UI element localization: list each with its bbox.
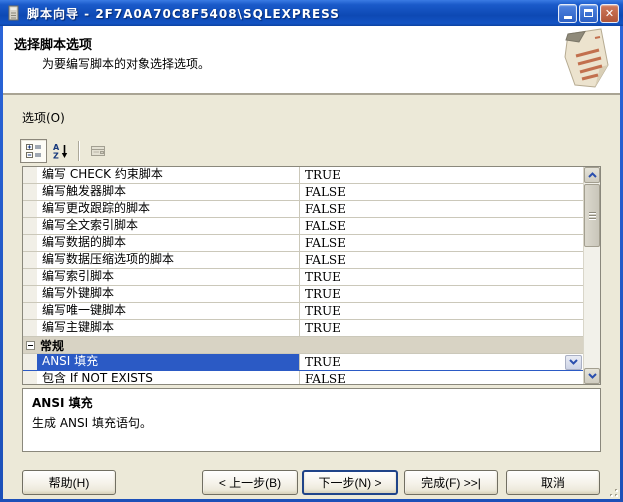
table-row[interactable]: 编写触发器脚本 FALSE [23, 184, 583, 201]
table-row-partial[interactable]: 包含 If NOT EXISTS FALSE [23, 371, 583, 384]
help-button[interactable]: 帮助(H) [22, 470, 116, 495]
row-gutter [23, 269, 37, 285]
alphabetical-sort-icon: A Z [53, 143, 69, 159]
option-description-panel: ANSI 填充 生成 ANSI 填充语句。 [22, 388, 601, 452]
option-value[interactable]: TRUE [300, 269, 583, 285]
window-title: 脚本向导 - 2F7A0A70C8F5408\SQLEXPRESS [27, 5, 558, 22]
alphabetical-sort-button[interactable]: A Z [47, 139, 74, 163]
option-value[interactable]: FALSE [300, 218, 583, 234]
window-border-left [0, 26, 3, 502]
minimize-button[interactable] [558, 4, 577, 23]
categorized-icon [26, 143, 42, 159]
table-row[interactable]: 编写数据的脚本 FALSE [23, 235, 583, 252]
option-value[interactable]: FALSE [300, 201, 583, 217]
option-name: 编写更改跟踪的脚本 [37, 201, 150, 217]
collapse-icon[interactable] [26, 341, 35, 350]
option-value[interactable]: TRUE [300, 167, 583, 183]
row-gutter [23, 371, 37, 384]
option-name: 编写索引脚本 [37, 269, 114, 285]
grid-scrollbar[interactable] [583, 167, 600, 384]
categorized-sort-button[interactable] [20, 139, 47, 163]
table-row[interactable]: 编写全文索引脚本 FALSE [23, 218, 583, 235]
option-name: 编写数据压缩选项的脚本 [37, 252, 174, 268]
page-subtitle: 为要编写脚本的对象选择选项。 [3, 55, 620, 72]
category-label: 常规 [40, 337, 64, 354]
option-name: 编写唯一键脚本 [37, 303, 126, 319]
description-title: ANSI 填充 [32, 394, 591, 411]
property-pages-icon [90, 143, 106, 159]
titlebar[interactable]: 脚本向导 - 2F7A0A70C8F5408\SQLEXPRESS ✕ [0, 0, 623, 26]
minimize-icon [564, 16, 572, 19]
cancel-button[interactable]: 取消 [506, 470, 600, 495]
table-row[interactable]: 编写更改跟踪的脚本 FALSE [23, 201, 583, 218]
maximize-icon [584, 9, 593, 17]
option-value[interactable]: FALSE [300, 371, 583, 384]
svg-text:Z: Z [53, 152, 59, 160]
scroll-up-button[interactable] [584, 167, 600, 183]
options-label: 选项(O) [22, 109, 65, 126]
option-name: 编写全文索引脚本 [37, 218, 138, 234]
row-gutter [23, 235, 37, 251]
wizard-header: 选择脚本选项 为要编写脚本的对象选择选项。 [3, 26, 620, 95]
option-name: 编写 CHECK 约束脚本 [37, 167, 163, 183]
option-name: ANSI 填充 [37, 354, 299, 370]
description-text: 生成 ANSI 填充语句。 [32, 414, 591, 431]
option-value[interactable]: TRUE [300, 303, 583, 319]
chevron-down-icon [569, 359, 578, 365]
row-gutter [23, 303, 37, 319]
option-value[interactable]: FALSE [300, 235, 583, 251]
close-button[interactable]: ✕ [600, 4, 619, 23]
option-name: 包含 If NOT EXISTS [37, 371, 153, 384]
table-row[interactable]: 编写数据压缩选项的脚本 FALSE [23, 252, 583, 269]
toolbar-separator [78, 141, 80, 161]
row-gutter [23, 320, 37, 336]
option-value[interactable]: TRUE [300, 286, 583, 302]
script-options-grid: 编写 CHECK 约束脚本 TRUE 编写触发器脚本 FALSE 编写更改跟踪的… [22, 166, 601, 385]
option-name: 编写触发器脚本 [37, 184, 126, 200]
option-name: 编写数据的脚本 [37, 235, 126, 251]
table-row[interactable]: 编写主键脚本 TRUE [23, 320, 583, 337]
option-name: 编写主键脚本 [37, 320, 114, 336]
table-row[interactable]: 编写 CHECK 约束脚本 TRUE [23, 167, 583, 184]
scrollbar-thumb[interactable] [584, 184, 600, 247]
category-row-general[interactable]: 常规 [23, 337, 583, 354]
chevron-down-icon [588, 373, 597, 379]
row-gutter [23, 184, 37, 200]
row-gutter [23, 167, 37, 183]
next-button[interactable]: 下一步(N) > [302, 470, 398, 495]
value-dropdown-button[interactable] [565, 355, 582, 370]
row-gutter [23, 354, 37, 370]
row-gutter [23, 201, 37, 217]
property-toolbar: A Z [20, 138, 111, 164]
table-row-selected[interactable]: ANSI 填充 TRUE [23, 354, 583, 371]
table-row[interactable]: 编写索引脚本 TRUE [23, 269, 583, 286]
option-value[interactable]: FALSE [300, 252, 583, 268]
option-value[interactable]: FALSE [300, 184, 583, 200]
resize-grip[interactable] [606, 485, 619, 498]
finish-button[interactable]: 完成(F) >>| [404, 470, 498, 495]
scroll-art-icon [540, 27, 614, 91]
table-row[interactable]: 编写唯一键脚本 TRUE [23, 303, 583, 320]
close-icon: ✕ [605, 8, 614, 19]
grid-rows: 编写 CHECK 约束脚本 TRUE 编写触发器脚本 FALSE 编写更改跟踪的… [23, 167, 583, 384]
option-value: TRUE [305, 355, 341, 370]
back-button[interactable]: < 上一步(B) [202, 470, 298, 495]
maximize-button[interactable] [579, 4, 598, 23]
row-gutter [23, 218, 37, 234]
script-wizard-icon [6, 5, 23, 22]
option-value[interactable]: TRUE [300, 320, 583, 336]
row-gutter [23, 286, 37, 302]
option-name: 编写外键脚本 [37, 286, 114, 302]
property-pages-button[interactable] [84, 139, 111, 163]
table-row[interactable]: 编写外键脚本 TRUE [23, 286, 583, 303]
row-gutter [23, 252, 37, 268]
script-wizard-dialog: 脚本向导 - 2F7A0A70C8F5408\SQLEXPRESS ✕ 选择脚本… [0, 0, 623, 502]
page-title: 选择脚本选项 [3, 26, 620, 53]
chevron-up-icon [588, 172, 597, 178]
scroll-down-button[interactable] [584, 368, 600, 384]
